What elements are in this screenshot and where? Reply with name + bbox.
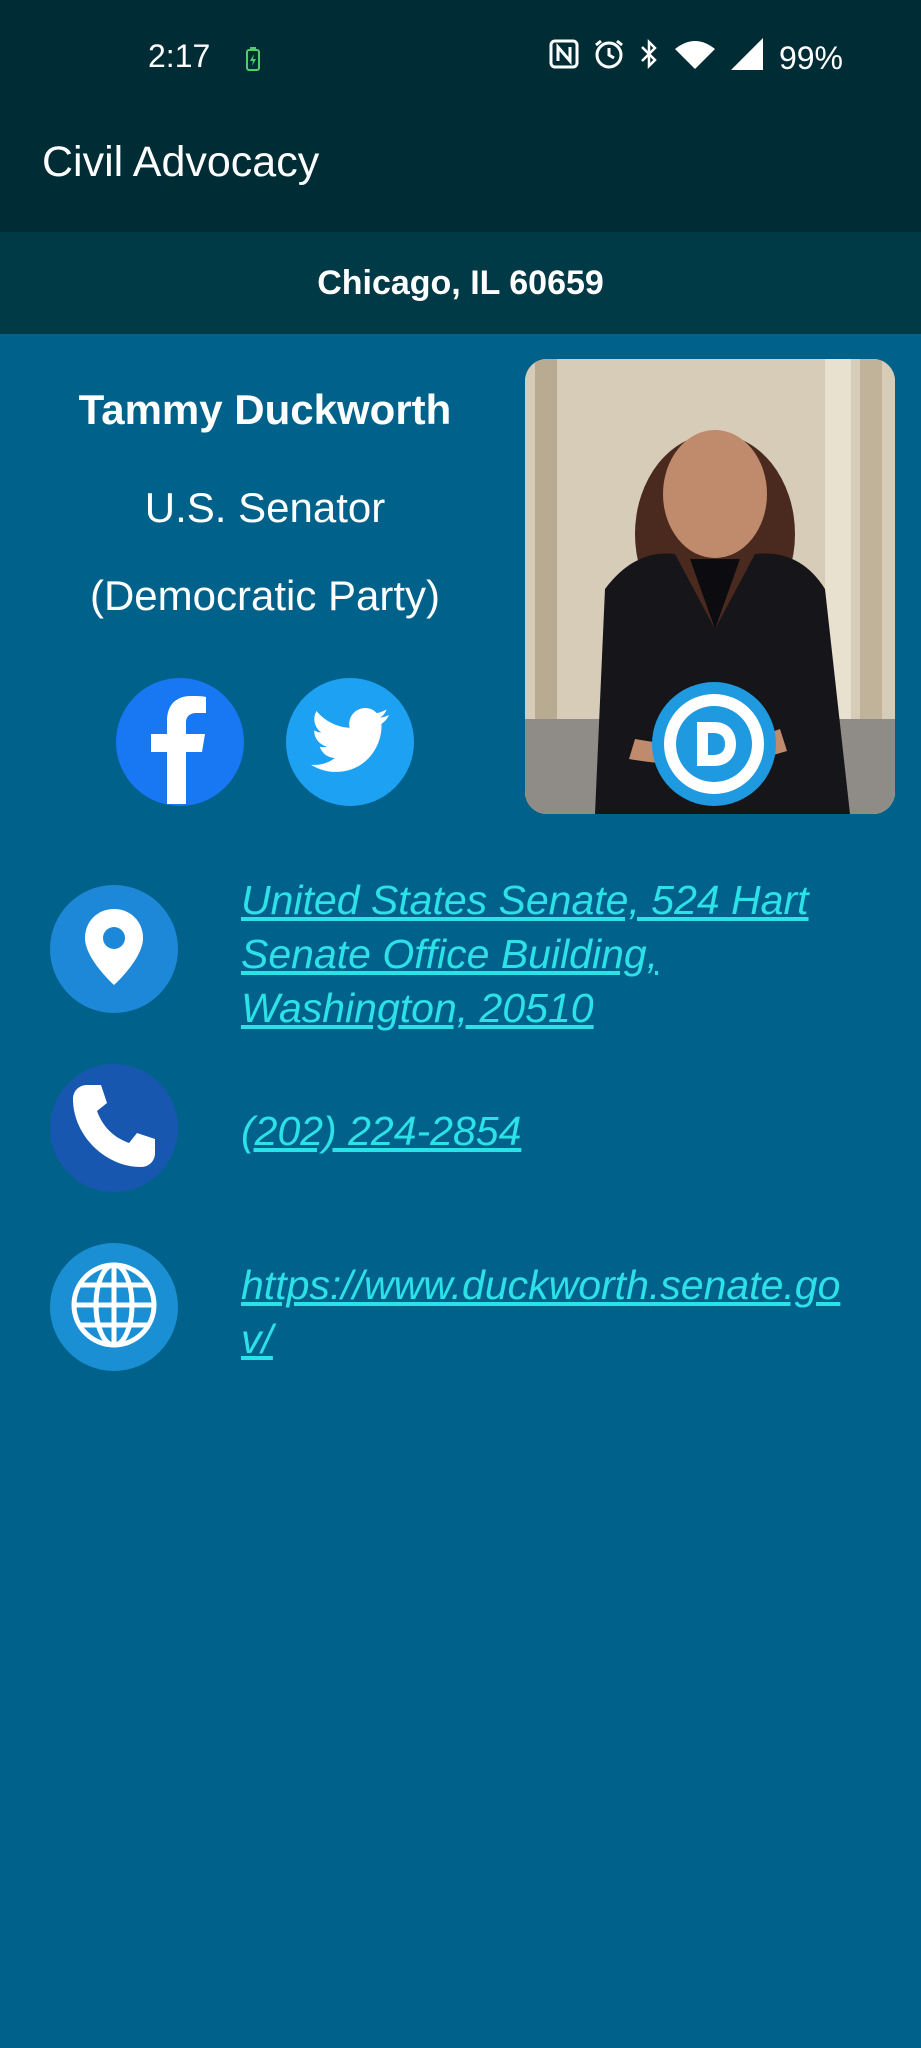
alarm-icon — [593, 38, 625, 78]
signal-icon — [730, 38, 765, 78]
official-office: U.S. Senator — [144, 484, 386, 531]
app-bar: Civil Advocacy — [0, 100, 921, 232]
website-link[interactable]: https://www.duckworth.senate.gov/ — [241, 1258, 861, 1366]
status-time: 2:17 — [148, 38, 211, 74]
official-party: (Democratic Party) — [89, 572, 441, 619]
app-title: Civil Advocacy — [42, 138, 320, 186]
facebook-button[interactable] — [116, 678, 244, 806]
phone-link[interactable]: (202) 224-2854 — [241, 1104, 891, 1158]
twitter-button[interactable] — [286, 678, 414, 806]
battery-level: 99% — [778, 39, 843, 76]
wifi-icon — [673, 39, 717, 77]
phone-button[interactable] — [50, 1064, 178, 1192]
website-button[interactable] — [50, 1243, 178, 1371]
bluetooth-icon — [639, 38, 659, 78]
location-pin-icon — [82, 907, 146, 992]
facebook-icon — [116, 678, 244, 806]
location-bar: Chicago, IL 60659 — [0, 232, 921, 334]
official-name: Tammy Duckworth — [78, 386, 452, 433]
phone-icon — [69, 1081, 159, 1176]
party-logo-icon — [652, 682, 776, 806]
twitter-icon — [310, 707, 390, 778]
address-link[interactable]: United States Senate, 524 Hart Senate Of… — [241, 873, 841, 1035]
battery-charging-icon — [246, 47, 260, 76]
globe-icon — [69, 1260, 159, 1355]
address-button[interactable] — [50, 885, 178, 1013]
nfc-icon — [549, 39, 579, 77]
location-label: Chicago, IL 60659 — [317, 264, 604, 302]
status-bar: 2:17 99% — [0, 0, 921, 100]
